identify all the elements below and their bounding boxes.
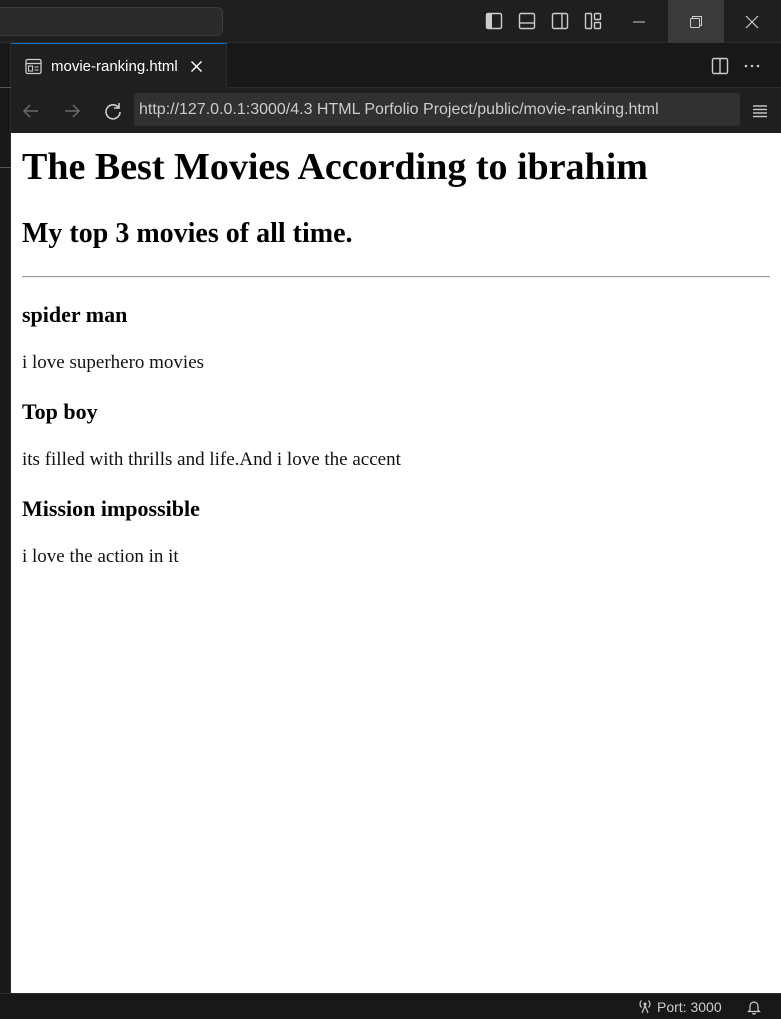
- back-arrow-icon[interactable]: [18, 98, 44, 124]
- left-edge: [0, 43, 11, 993]
- movie-note: its filled with thrills and life.And i l…: [22, 449, 401, 470]
- divider: [22, 276, 770, 278]
- title-bar: [0, 0, 781, 43]
- split-editor-icon[interactable]: [708, 54, 732, 78]
- url-input[interactable]: http://127.0.0.1:3000/4.3 HTML Porfolio …: [134, 93, 740, 126]
- bell-icon[interactable]: [745, 998, 763, 1016]
- movie-title: Top boy: [22, 399, 98, 424]
- restore-icon[interactable]: [668, 0, 724, 43]
- movie-note: i love superhero movies: [22, 352, 205, 373]
- movie-title: Mission impossible: [22, 496, 200, 521]
- toggle-secondary-sidebar-icon[interactable]: [548, 9, 572, 33]
- edge-divider: [0, 87, 11, 88]
- movie-title: spider man: [22, 302, 128, 327]
- page-subheading: My top 3 movies of all time.: [22, 218, 353, 249]
- browser-nav-bar: http://127.0.0.1:3000/4.3 HTML Porfolio …: [11, 88, 781, 133]
- close-tab-icon[interactable]: [188, 57, 206, 75]
- forward-arrow-icon[interactable]: [59, 98, 85, 124]
- command-center[interactable]: [0, 7, 223, 36]
- page-heading: The Best Movies According to ibrahim: [22, 146, 648, 188]
- toggle-primary-sidebar-icon[interactable]: [482, 9, 506, 33]
- preview-icon: [24, 57, 42, 75]
- reload-icon[interactable]: [100, 98, 126, 124]
- tab-label: movie-ranking.html: [51, 57, 178, 75]
- close-window-icon[interactable]: [724, 0, 780, 43]
- broadcast-icon: [637, 998, 653, 1017]
- web-page-content: The Best Movies According to ibrahim My …: [11, 133, 781, 993]
- port-label: Port: 3000: [657, 999, 722, 1015]
- menu-icon[interactable]: [747, 98, 773, 124]
- movie-note: i love the action in it: [22, 546, 179, 567]
- edge-divider: [0, 167, 11, 168]
- status-bar: Port: 3000: [0, 993, 781, 1019]
- port-status[interactable]: Port: 3000: [637, 997, 722, 1017]
- tab-strip: movie-ranking.html: [11, 43, 781, 88]
- customize-layout-icon[interactable]: [581, 9, 605, 33]
- minimize-icon[interactable]: [611, 0, 667, 43]
- more-actions-icon[interactable]: [740, 54, 764, 78]
- toggle-panel-icon[interactable]: [515, 9, 539, 33]
- tab-movie-ranking[interactable]: movie-ranking.html: [11, 43, 227, 88]
